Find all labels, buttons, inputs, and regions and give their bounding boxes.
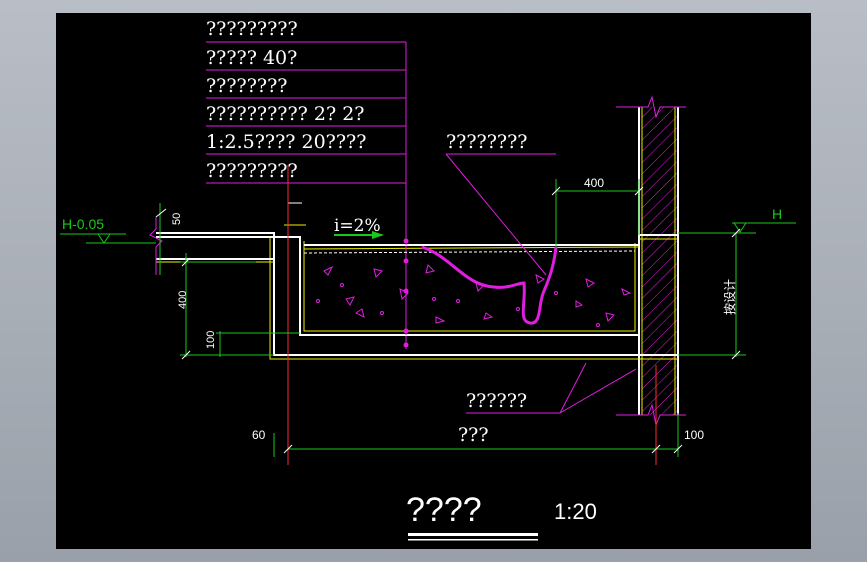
dim-top-width-label: 400 xyxy=(584,176,604,190)
drain-callout: ???????? xyxy=(445,131,556,276)
level-right-label: H xyxy=(772,206,782,222)
layer-label-3: ???????? xyxy=(206,75,288,97)
cad-drawing-canvas: ????????? ????? 40? ???????? ?????????? … xyxy=(56,13,811,549)
waterproof-callout: ?????? xyxy=(466,362,637,414)
title-underline-thin xyxy=(408,539,538,541)
waterproof-label: ?????? xyxy=(466,390,527,412)
layer-label-list: ????????? ????? 40? ???????? ?????????? … xyxy=(206,18,366,182)
drain-gutter-curve xyxy=(421,245,558,325)
dim-step-label: 50 xyxy=(171,213,183,225)
layer-label-5: 1:2.5???? 20???? xyxy=(206,131,366,153)
dim-left-offset-label: 60 xyxy=(252,428,266,442)
concrete-aggregate xyxy=(316,264,632,327)
layer-label-2: ????? 40? xyxy=(206,47,297,69)
curb-step xyxy=(284,202,306,226)
trench-structure xyxy=(149,217,678,360)
level-marker-left: H-0.05 xyxy=(60,216,156,244)
side-note-label: 按设计 xyxy=(723,279,737,315)
viewer-frame: ????????? ????? 40? ???????? ?????????? … xyxy=(0,0,867,562)
drain-label: ???????? xyxy=(446,131,528,153)
dim-depth-label: 400 xyxy=(177,291,189,309)
layer-label-4: ?????????? 2? 2? xyxy=(206,103,365,125)
title-block: ???? 1:20 xyxy=(406,491,597,541)
dim-span-label: ??? xyxy=(458,424,489,446)
dim-right-offset-label: 100 xyxy=(684,428,704,442)
dim-left-group xyxy=(155,203,300,360)
section-drawing: ????????? ????? 40? ???????? ?????????? … xyxy=(60,18,796,541)
layer-label-1: ????????? xyxy=(206,18,298,40)
slope-indicator: i=2% xyxy=(334,216,384,239)
layer-label-6: ????????? xyxy=(206,160,298,182)
right-wall xyxy=(616,95,686,427)
drawing-title: ???? xyxy=(406,491,482,529)
dim-base-label: 100 xyxy=(205,331,217,349)
level-marker-right: H xyxy=(678,206,796,234)
level-left-label: H-0.05 xyxy=(62,216,104,232)
title-underline-thick xyxy=(408,533,538,536)
drawing-scale: 1:20 xyxy=(554,499,597,524)
